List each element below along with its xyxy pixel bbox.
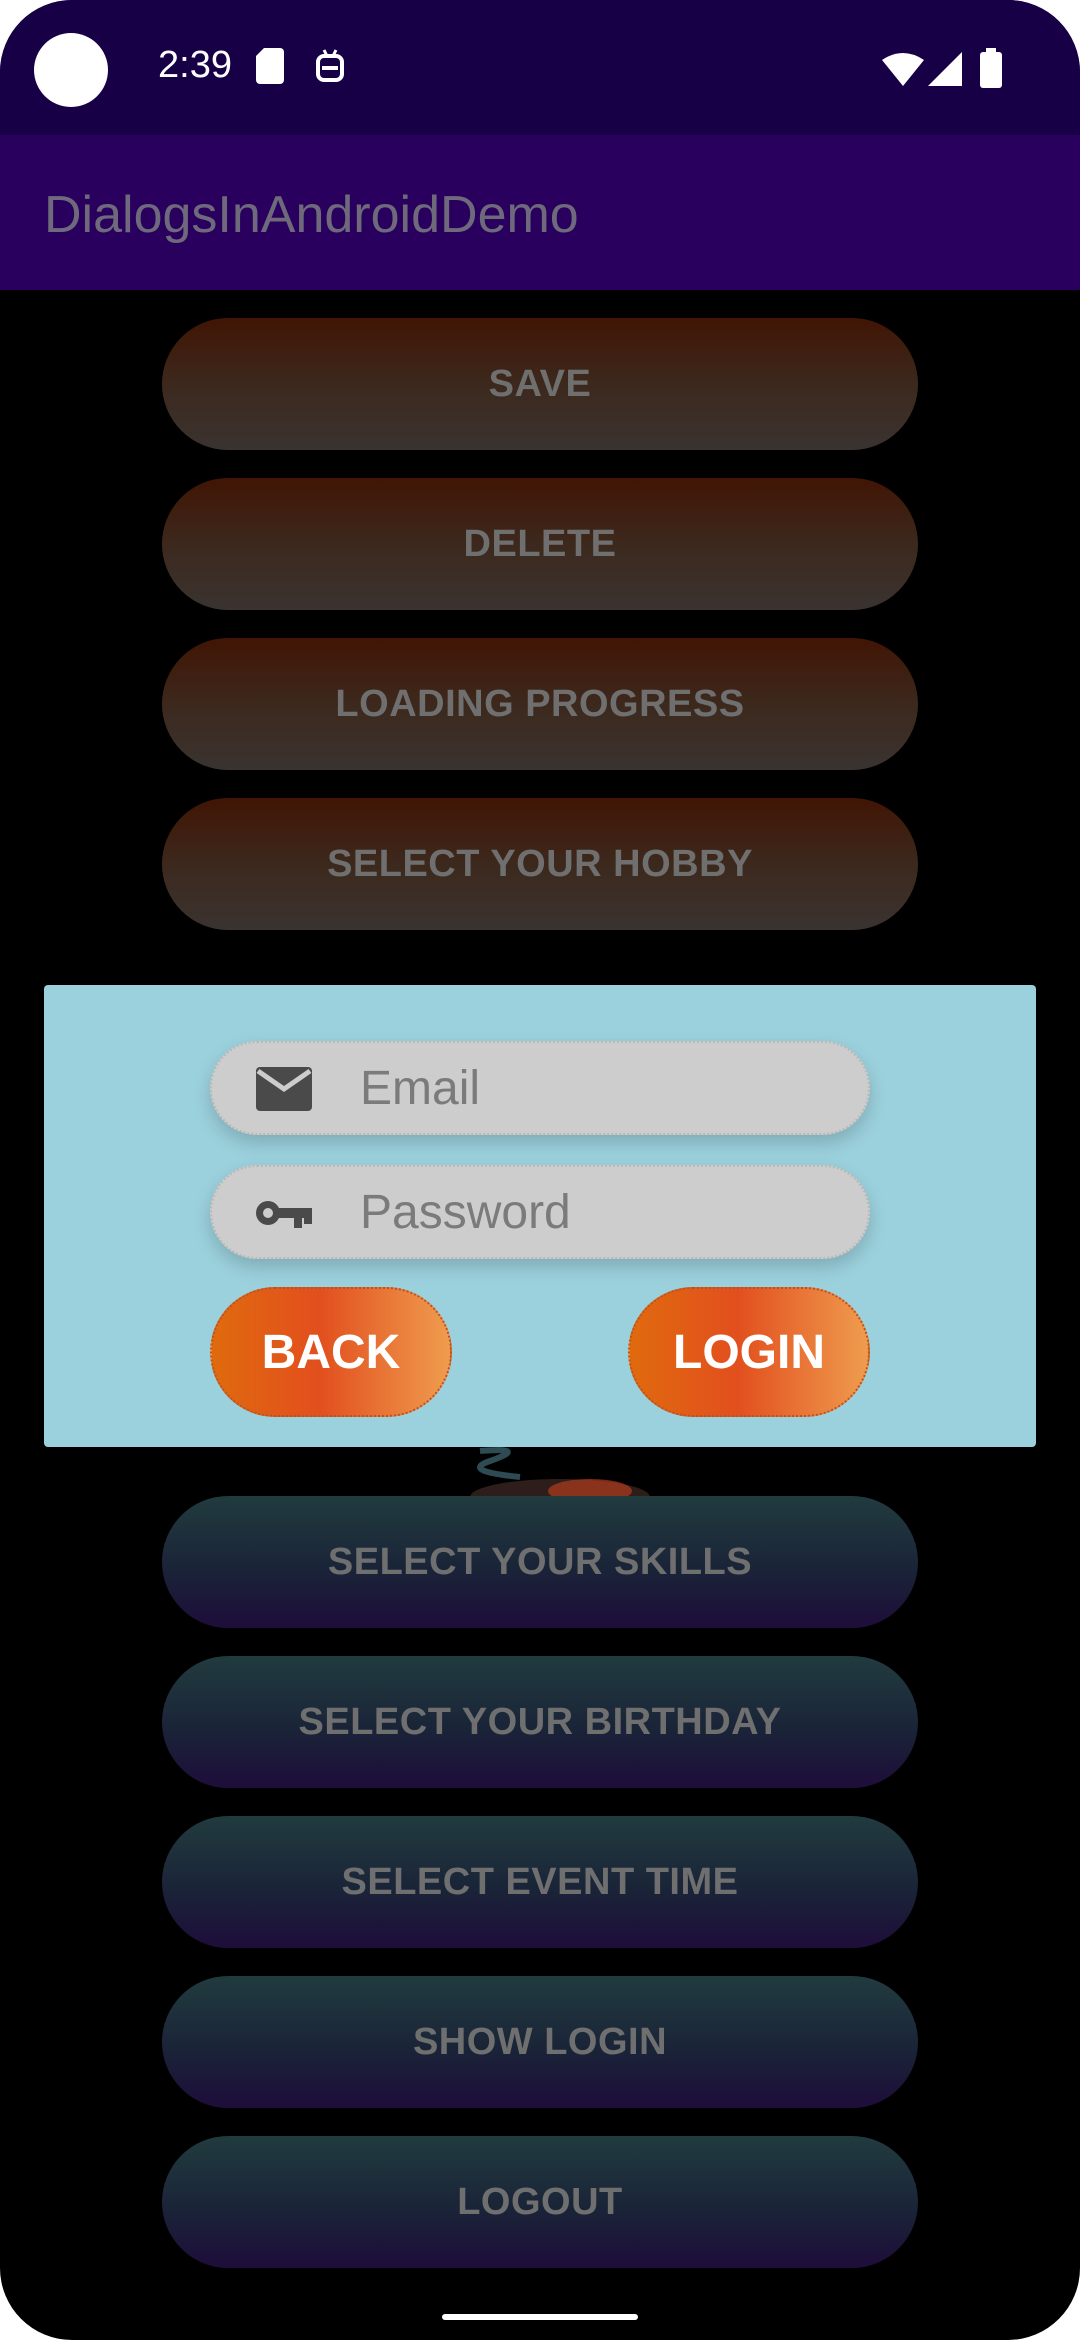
status-time: 2:39	[158, 44, 232, 86]
back-button[interactable]: BACK	[210, 1287, 452, 1417]
status-bar: 2:39	[0, 0, 1080, 135]
show-login-button[interactable]: SHOW LOGIN	[162, 1976, 918, 2108]
battery-icon	[980, 48, 1002, 88]
logout-button[interactable]: LOGOUT	[162, 2136, 918, 2268]
save-button[interactable]: SAVE	[162, 318, 918, 450]
delete-button[interactable]: DELETE	[162, 478, 918, 610]
phone-screen: 2:39 DialogsInAndroidDemo SAVE DELETE LO…	[0, 0, 1080, 2340]
select-hobby-button[interactable]: SELECT YOUR HOBBY	[162, 798, 918, 930]
cellular-signal-icon	[928, 52, 962, 86]
select-skills-button[interactable]: SELECT YOUR SKILLS	[162, 1496, 918, 1628]
wifi-icon	[882, 53, 924, 86]
app-bar: DialogsInAndroidDemo	[0, 135, 1080, 290]
select-birthday-button[interactable]: SELECT YOUR BIRTHDAY	[162, 1656, 918, 1788]
debug-robot-icon	[316, 49, 344, 82]
mail-icon	[256, 1067, 312, 1111]
password-field[interactable]: Password	[210, 1165, 870, 1259]
key-icon	[256, 1201, 312, 1228]
login-button[interactable]: LOGIN	[628, 1287, 870, 1417]
sd-card-icon	[256, 48, 284, 84]
app-title: DialogsInAndroidDemo	[44, 186, 579, 244]
loading-progress-button[interactable]: LOADING PROGRESS	[162, 638, 918, 770]
login-dialog: Email Password BACK LOGIN	[44, 985, 1036, 1447]
email-field[interactable]: Email	[210, 1041, 870, 1135]
navigation-gesture-handle[interactable]	[442, 2314, 638, 2320]
password-placeholder: Password	[360, 1186, 571, 1239]
select-event-time-button[interactable]: SELECT EVENT TIME	[162, 1816, 918, 1948]
email-placeholder: Email	[360, 1062, 481, 1115]
camera-cutout	[34, 33, 108, 107]
